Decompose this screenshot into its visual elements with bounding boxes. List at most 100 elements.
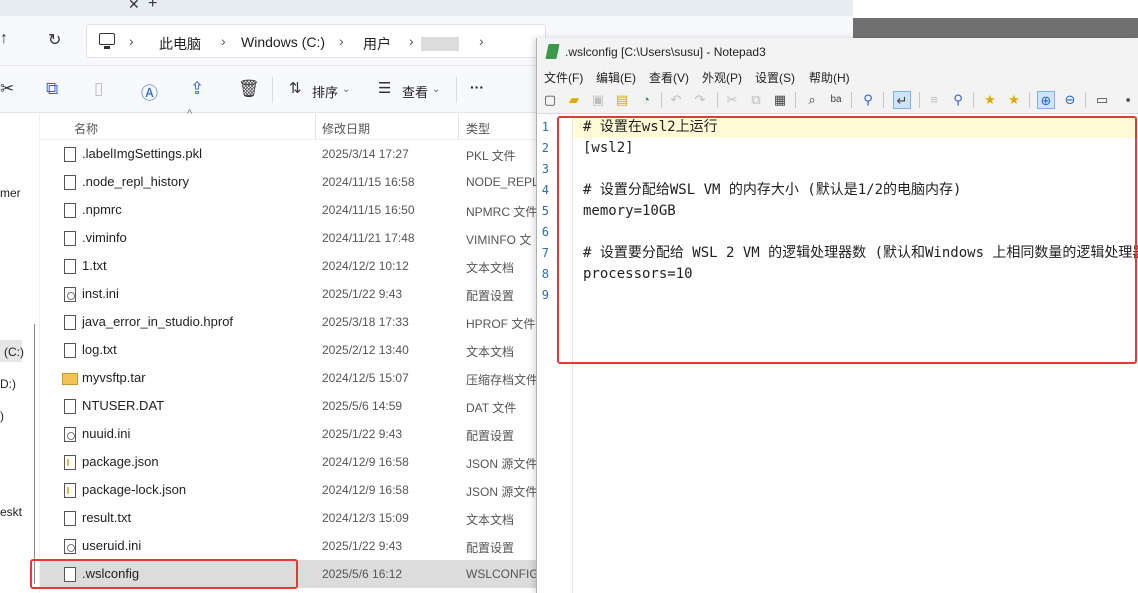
zoom-search-icon[interactable]: ⚲ [949, 91, 967, 109]
line-numbers-icon[interactable]: ≡ [925, 91, 943, 109]
config-file-icon [64, 287, 76, 302]
address-bar[interactable]: › 此电脑 › Windows (C:) › 用户 › › [86, 24, 546, 58]
new-file-icon[interactable]: ▢ [541, 91, 559, 109]
nav-item-d-drive[interactable]: D:) [0, 377, 16, 391]
add-favorite-icon[interactable]: ★ [1005, 91, 1023, 109]
file-name: package.json [82, 454, 159, 469]
customize-icon[interactable]: ▪ [1119, 91, 1137, 109]
copy-icon[interactable]: ⧉ [46, 79, 58, 99]
more-options-button[interactable]: ··· [470, 79, 484, 95]
chevron-down-icon[interactable]: ⌄ [342, 84, 350, 95]
file-type: WSLCONFIG [466, 567, 539, 581]
favorites-icon[interactable]: ★ [981, 91, 999, 109]
up-arrow-icon[interactable]: ↑ [0, 30, 8, 48]
scheme-icon[interactable]: ▭ [1093, 91, 1111, 109]
close-tab-icon[interactable]: ✕ [128, 0, 140, 13]
word-wrap-icon[interactable]: ↵ [893, 91, 911, 109]
file-name: myvsftp.tar [82, 370, 146, 385]
copy-icon[interactable]: ⧉ [747, 91, 765, 109]
breadcrumb-windows-c[interactable]: Windows (C:) [241, 34, 325, 50]
menu-view[interactable]: 查看(V) [649, 69, 689, 86]
chevron-right-icon[interactable]: › [339, 33, 344, 49]
file-date: 2024/11/15 16:50 [322, 203, 415, 217]
new-tab-icon[interactable]: + [148, 0, 157, 13]
chevron-right-icon[interactable]: › [409, 33, 414, 49]
toolbar-divider [919, 92, 920, 108]
breadcrumb-redacted-user[interactable] [421, 37, 459, 51]
nav-item-partial[interactable]: mer [0, 186, 21, 200]
file-name: result.txt [82, 510, 132, 525]
paste-icon[interactable]: ▦ [771, 91, 789, 109]
file-icon [64, 175, 76, 190]
file-name: .labelImgSettings.pkl [82, 146, 202, 161]
breadcrumb-users[interactable]: 用户 [363, 34, 391, 54]
zoom-in-icon[interactable]: ⊕ [1037, 91, 1055, 109]
file-name: java_error_in_studio.hprof [82, 314, 234, 329]
line-number: 9 [541, 288, 549, 302]
column-divider[interactable] [458, 114, 459, 140]
menu-help[interactable]: 帮助(H) [809, 69, 850, 86]
file-icon [64, 259, 76, 274]
save-as-icon[interactable]: ▤ [613, 91, 631, 109]
file-type: 文本文档 [466, 513, 515, 527]
file-name: nuuid.ini [82, 426, 131, 441]
undo-icon[interactable]: ↶ [667, 91, 685, 109]
menu-appearance[interactable]: 外观(P) [702, 69, 742, 86]
view-icon[interactable]: ☰ [378, 79, 391, 97]
notepad-toolbar: ▢ ▰ ▣ ▤ ◔ ↶ ↷ ✂ ⧉ ▦ ⌕ ba ⚲ ↵ ≡ ⚲ ★ ★ ⊕ ⊖… [537, 86, 1138, 114]
zoom-out-icon[interactable]: ⊖ [1061, 91, 1079, 109]
file-type: NPMRC 文件 [466, 205, 538, 219]
menu-edit[interactable]: 编辑(E) [596, 69, 636, 86]
column-header-date[interactable]: 修改日期 [322, 120, 370, 137]
annotation-highlight-box [557, 116, 1137, 364]
find-icon[interactable]: ⌕ [803, 91, 821, 109]
nav-scrollbar[interactable] [34, 324, 35, 584]
title-bar[interactable]: .wslconfig [C:\Users\susu] - Notepad3 [537, 38, 1138, 66]
share-icon[interactable]: ⇪ [190, 79, 204, 99]
file-type: NODE_REPL [466, 175, 539, 189]
cut-icon[interactable]: ✂ [0, 79, 14, 99]
breadcrumb-this-pc[interactable]: 此电脑 [159, 34, 201, 54]
replace-icon[interactable]: ba [827, 91, 845, 109]
reload-icon[interactable]: ◔ [637, 91, 655, 109]
view-button[interactable]: 查看 [402, 82, 428, 101]
file-name: NTUSER.DAT [82, 398, 165, 413]
chevron-right-icon[interactable]: › [479, 33, 484, 49]
cut-icon[interactable]: ✂ [723, 91, 741, 109]
refresh-icon[interactable]: ↻ [48, 30, 61, 50]
paste-icon[interactable]: ▯ [94, 79, 103, 99]
sort-icon[interactable]: ⇅ [289, 79, 302, 97]
file-type: JSON 源文件 [466, 485, 538, 499]
window-title: .wslconfig [C:\Users\susu] - Notepad3 [565, 45, 766, 59]
chevron-right-icon[interactable]: › [221, 33, 226, 49]
chevron-down-icon[interactable]: ⌄ [432, 84, 440, 95]
line-number: 4 [541, 183, 549, 197]
goto-icon[interactable]: ⚲ [859, 91, 877, 109]
config-file-icon [64, 427, 76, 442]
menu-settings[interactable]: 设置(S) [755, 69, 795, 86]
line-number: 7 [541, 246, 549, 260]
nav-item-desktop[interactable]: eskt [0, 505, 22, 519]
save-icon[interactable]: ▣ [589, 91, 607, 109]
rename-icon[interactable]: Ⓐ [141, 79, 158, 104]
redo-icon[interactable]: ↷ [691, 91, 709, 109]
menu-bar: 文件(F) 编辑(E) 查看(V) 外观(P) 设置(S) 帮助(H) [537, 66, 1138, 86]
column-header-type[interactable]: 类型 [466, 120, 490, 137]
file-type: 配置设置 [466, 429, 515, 443]
nav-item-partial[interactable]: ) [0, 409, 4, 423]
open-folder-icon[interactable]: ▰ [565, 91, 583, 109]
file-date: 2025/1/22 9:43 [322, 427, 403, 441]
editor-area[interactable]: 123456789 # 设置在wsl2上运行 [wsl2] # 设置分配给WSL V… [537, 115, 1138, 593]
file-date: 2024/11/21 17:48 [322, 231, 415, 245]
column-header-name[interactable]: 名称 [74, 120, 98, 137]
column-divider[interactable] [315, 114, 316, 140]
nav-item-c-drive[interactable]: (C:) [4, 345, 24, 359]
chevron-right-icon[interactable]: › [129, 33, 134, 49]
file-icon [64, 147, 76, 162]
delete-icon[interactable]: 🗑 [238, 79, 260, 99]
sort-button[interactable]: 排序 [312, 82, 338, 101]
file-type: 配置设置 [466, 289, 515, 303]
line-number: 2 [541, 141, 549, 155]
menu-file[interactable]: 文件(F) [544, 69, 583, 86]
line-number: 5 [541, 204, 549, 218]
